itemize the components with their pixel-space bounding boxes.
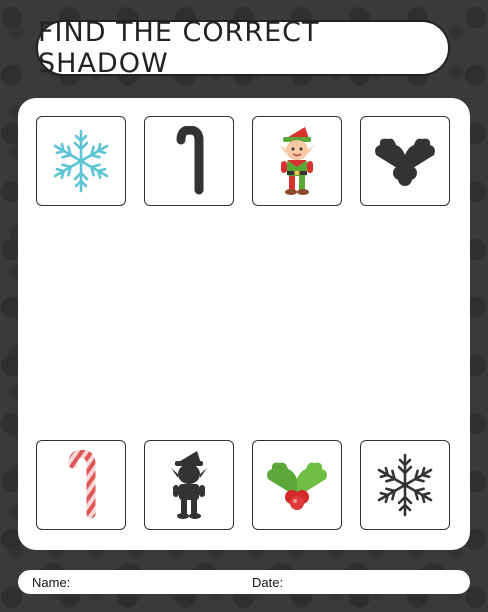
card-holly-color[interactable] — [252, 440, 342, 530]
card-holly-shadow[interactable] — [360, 116, 450, 206]
card-snowflake-shadow[interactable] — [360, 440, 450, 530]
holly-shadow-icon — [375, 138, 435, 186]
title-banner: FIND THE CORRECT SHADOW — [36, 17, 450, 79]
card-elf-shadow[interactable] — [144, 440, 234, 530]
elf-shadow-icon — [171, 451, 207, 519]
candy-cane-shadow-icon — [176, 126, 204, 195]
page-title: FIND THE CORRECT SHADOW — [38, 17, 320, 79]
date-label: Date: — [252, 574, 284, 590]
snowflake-icon — [50, 129, 112, 193]
snowflake-shadow-icon — [374, 453, 436, 517]
holly-icon — [267, 462, 327, 510]
card-elf-color[interactable] — [252, 116, 342, 206]
candy-cane-icon — [68, 450, 96, 519]
elf-icon — [279, 127, 315, 195]
name-label: Name: — [32, 574, 71, 590]
card-candy-cane-shadow[interactable] — [144, 116, 234, 206]
name-date-bar: Name: Date: — [18, 570, 470, 594]
card-snowflake-color[interactable] — [36, 116, 126, 206]
worksheet-panel — [18, 98, 470, 550]
card-candy-cane-color[interactable] — [36, 440, 126, 530]
